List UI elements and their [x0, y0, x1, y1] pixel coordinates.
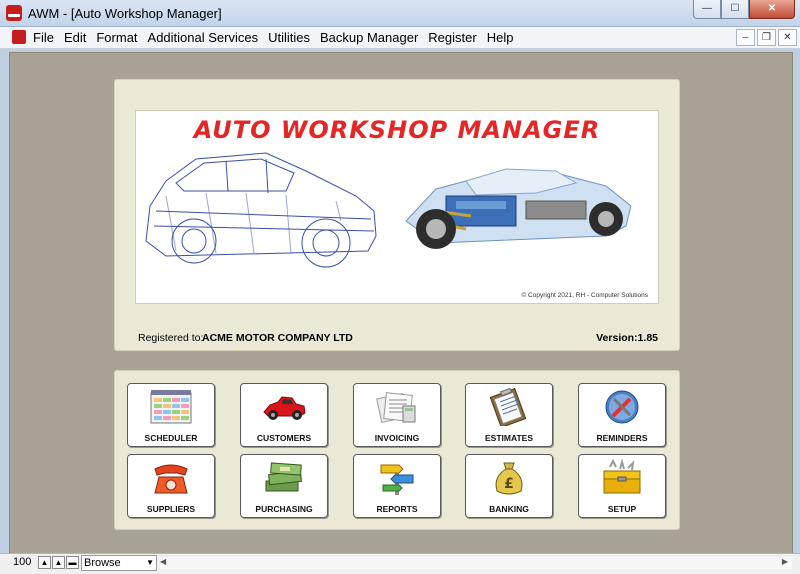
banner-panel: AUTO WORKSHOP MANAGER © Copyright 2021, …: [114, 79, 680, 351]
mode-select[interactable]: Browse ▼: [81, 555, 157, 571]
toolbox-icon: [603, 459, 641, 494]
registered-company: ACME MOTOR COMPANY LTD: [202, 332, 353, 344]
menu-additional-services[interactable]: Additional Services: [148, 30, 259, 45]
red-car-icon: [263, 396, 306, 420]
invoice-papers-icon: [376, 392, 416, 424]
chevron-down-icon: ▼: [146, 558, 154, 567]
window-title: AWM - [Auto Workshop Manager]: [28, 6, 222, 21]
reminders-button[interactable]: REMINDERS: [578, 383, 666, 447]
menu-register[interactable]: Register: [428, 30, 476, 45]
mdi-minimize-button[interactable]: –: [736, 29, 755, 46]
scheduler-label: SCHEDULER: [144, 433, 198, 443]
client-area: AUTO WORKSHOP MANAGER © Copyright 2021, …: [9, 52, 793, 554]
menu-file[interactable]: File: [33, 30, 54, 45]
horizontal-scrollbar[interactable]: ◀ ▶: [160, 557, 792, 569]
menu-bar: File Edit Format Additional Services Uti…: [0, 27, 800, 49]
suppliers-button[interactable]: SUPPLIERS: [127, 454, 215, 518]
banking-label: BANKING: [489, 504, 529, 514]
window-controls: — ☐ ✕: [693, 0, 795, 19]
app-logo-icon: [6, 5, 22, 21]
registered-label: Registered to:: [138, 332, 204, 344]
money-stack-icon: [265, 462, 302, 492]
mode-select-value: Browse: [84, 557, 121, 569]
minimize-button[interactable]: —: [693, 0, 721, 19]
xray-car-image: [405, 168, 632, 249]
menu-backup-manager[interactable]: Backup Manager: [320, 30, 418, 45]
setup-button[interactable]: SETUP: [578, 454, 666, 518]
estimates-label: ESTIMATES: [484, 433, 533, 443]
setup-label: SETUP: [607, 504, 637, 514]
close-button[interactable]: ✕: [749, 0, 795, 19]
estimates-button[interactable]: ESTIMATES: [465, 383, 553, 447]
scroll-right-icon[interactable]: ▶: [782, 557, 788, 566]
scheduler-icon: [150, 390, 192, 424]
money-bag-icon: £: [495, 462, 523, 495]
suppliers-label: SUPPLIERS: [146, 504, 196, 514]
telephone-icon: [154, 464, 188, 494]
menu-utilities[interactable]: Utilities: [268, 30, 310, 45]
invoicing-label: INVOICING: [374, 433, 420, 443]
status-bar: 100 ▲ ▲ ▬ Browse ▼ ◀ ▶: [0, 553, 800, 574]
banner-image: AUTO WORKSHOP MANAGER © Copyright 2021, …: [135, 110, 659, 304]
customers-button[interactable]: CUSTOMERS: [240, 383, 328, 447]
zoom-level: 100: [13, 556, 32, 568]
mdi-close-button[interactable]: ✕: [778, 29, 797, 46]
copyright-text: © Copyright 2021, RH - Computer Solution…: [521, 292, 648, 299]
customers-label: CUSTOMERS: [256, 433, 312, 443]
document-icon[interactable]: [12, 30, 26, 44]
reports-button[interactable]: REPORTS: [353, 454, 441, 518]
mdi-restore-button[interactable]: ❐: [757, 29, 776, 46]
module-buttons-panel: SCHEDULER CUSTOMERS INVOICING ESTIMATES …: [114, 370, 680, 530]
view-icon[interactable]: ▬: [66, 556, 79, 569]
invoicing-button[interactable]: INVOICING: [353, 383, 441, 447]
menu-help[interactable]: Help: [487, 30, 514, 45]
banner-title: AUTO WORKSHOP MANAGER: [193, 116, 601, 144]
reports-label: REPORTS: [376, 504, 418, 514]
maximize-button[interactable]: ☐: [721, 0, 749, 19]
scroll-left-icon[interactable]: ◀: [160, 557, 166, 566]
clipboard-icon: [489, 388, 527, 426]
version-text: Version:1.85: [596, 332, 658, 344]
purchasing-button[interactable]: PURCHASING: [240, 454, 328, 518]
scheduler-button[interactable]: SCHEDULER: [127, 383, 215, 447]
menu-edit[interactable]: Edit: [64, 30, 86, 45]
zoom-in-icon[interactable]: ▲: [52, 556, 65, 569]
reminders-label: REMINDERS: [596, 433, 648, 443]
tools-globe-icon: [605, 390, 639, 424]
wireframe-car-image: [145, 152, 377, 268]
banking-button[interactable]: £ BANKING: [465, 454, 553, 518]
svg-text:£: £: [504, 476, 514, 492]
window-titlebar: AWM - [Auto Workshop Manager] — ☐ ✕: [0, 0, 800, 27]
signpost-icon: [380, 464, 414, 495]
menu-format[interactable]: Format: [96, 30, 137, 45]
zoom-out-icon[interactable]: ▲: [38, 556, 51, 569]
purchasing-label: PURCHASING: [255, 504, 313, 514]
